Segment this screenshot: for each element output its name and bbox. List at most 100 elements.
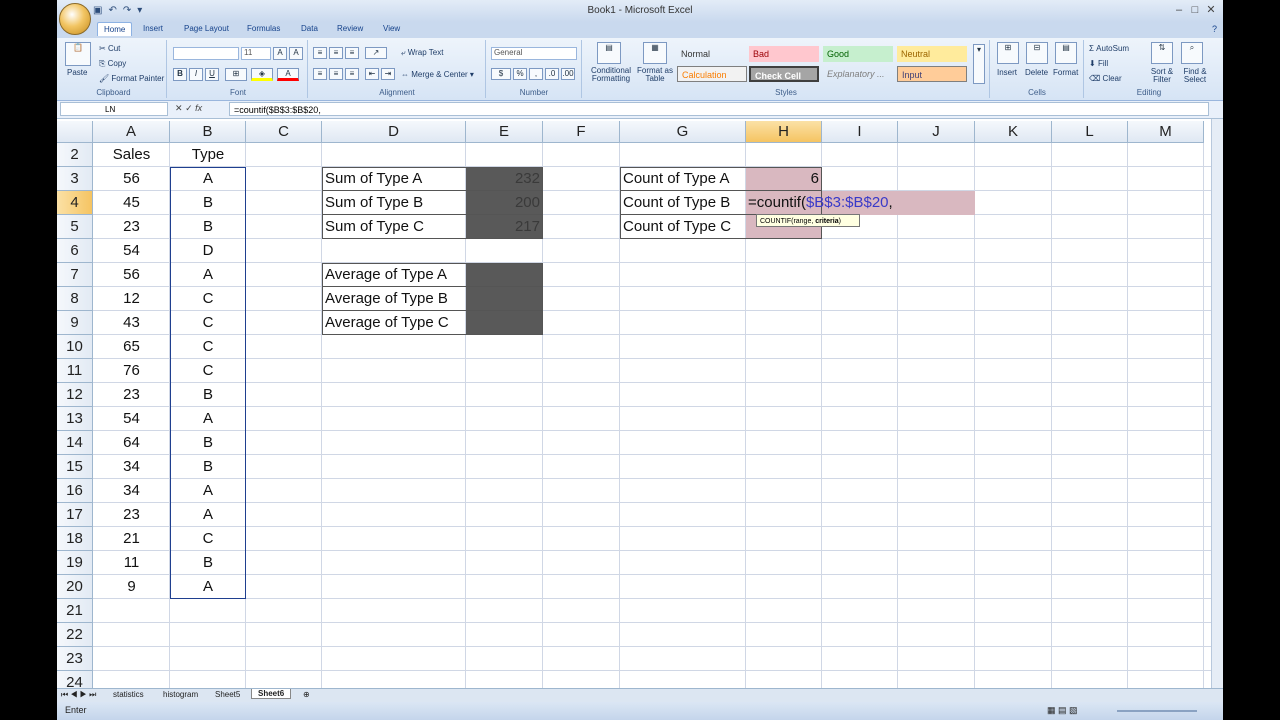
column-header-k[interactable]: K (975, 121, 1052, 143)
font-size-input[interactable]: 11 (241, 47, 271, 60)
align-bottom-icon[interactable]: ≡ (345, 47, 359, 59)
clear-button[interactable]: ⌫ Clear (1089, 74, 1122, 83)
sales-value[interactable]: 21 (93, 527, 170, 551)
style-good[interactable]: Good (823, 46, 893, 62)
row-header-21[interactable]: 21 (57, 599, 93, 623)
tab-data[interactable]: Data (301, 24, 318, 33)
row-header-23[interactable]: 23 (57, 647, 93, 671)
type-value[interactable]: C (170, 335, 246, 359)
sheet-nav-icon[interactable]: ⏮ ◀ ▶ ⏭ (61, 690, 96, 700)
column-header-h[interactable]: H (746, 121, 822, 143)
count-label[interactable]: Count of Type C (620, 215, 746, 239)
row-header-11[interactable]: 11 (57, 359, 93, 383)
tab-review[interactable]: Review (337, 24, 363, 33)
row-header-7[interactable]: 7 (57, 263, 93, 287)
sum-value[interactable]: 200 (466, 191, 543, 215)
borders-icon[interactable]: ⊞ (225, 68, 247, 81)
sales-value[interactable]: 23 (93, 503, 170, 527)
sheet-tab-sheet5[interactable]: Sheet5 (209, 690, 246, 699)
type-value[interactable]: B (170, 215, 246, 239)
sum-label[interactable]: Sum of Type C (322, 215, 466, 239)
vertical-scrollbar[interactable] (1211, 119, 1223, 689)
type-value[interactable]: B (170, 191, 246, 215)
conditional-formatting-icon[interactable]: ▤ (597, 42, 621, 64)
type-value[interactable]: A (170, 575, 246, 599)
sheet-tab-statistics[interactable]: statistics (107, 690, 150, 699)
insert-sheet-icon[interactable]: ⊕ (297, 690, 316, 699)
row-header-13[interactable]: 13 (57, 407, 93, 431)
percent-button[interactable]: % (513, 68, 527, 80)
row-header-19[interactable]: 19 (57, 551, 93, 575)
row-header-8[interactable]: 8 (57, 287, 93, 311)
align-left-icon[interactable]: ≡ (313, 68, 327, 80)
undo-icon[interactable]: ↶ (108, 5, 116, 16)
sheet-tab-sheet6[interactable]: Sheet6 (251, 689, 292, 699)
column-header-a[interactable]: A (93, 121, 170, 143)
font-name-input[interactable] (173, 47, 239, 60)
fill-button[interactable]: ⬇ Fill (1089, 59, 1108, 68)
column-header-d[interactable]: D (322, 121, 466, 143)
view-buttons-icon[interactable]: ▦ ▤ ▧ (1047, 705, 1078, 716)
row-header-6[interactable]: 6 (57, 239, 93, 263)
type-value[interactable]: B (170, 551, 246, 575)
type-value[interactable]: C (170, 527, 246, 551)
align-top-icon[interactable]: ≡ (313, 47, 327, 59)
fx-icon[interactable]: fx (195, 103, 202, 113)
sum-label[interactable]: Sum of Type A (322, 167, 466, 191)
row-header-20[interactable]: 20 (57, 575, 93, 599)
row-header-14[interactable]: 14 (57, 431, 93, 455)
sales-value[interactable]: 56 (93, 263, 170, 287)
sales-value[interactable]: 54 (93, 407, 170, 431)
column-header-b[interactable]: B (170, 121, 246, 143)
increase-indent-icon[interactable]: ⇥ (381, 68, 395, 80)
select-all-corner[interactable] (57, 121, 93, 143)
merge-center-button[interactable]: ⇔ Merge & Center ▾ (401, 70, 474, 79)
row-header-10[interactable]: 10 (57, 335, 93, 359)
average-label[interactable]: Average of Type B (322, 287, 466, 311)
type-value[interactable]: A (170, 263, 246, 287)
decrease-decimal-icon[interactable]: .00 (561, 68, 575, 80)
count-label[interactable]: Count of Type A (620, 167, 746, 191)
type-value[interactable]: D (170, 239, 246, 263)
minimize-icon[interactable]: – (1171, 4, 1187, 16)
style-input[interactable]: Input (897, 66, 967, 82)
wrap-text-button[interactable]: ⤶ Wrap Text (401, 48, 443, 58)
row-header-17[interactable]: 17 (57, 503, 93, 527)
type-value[interactable]: B (170, 383, 246, 407)
redo-icon[interactable]: ↷ (123, 5, 131, 16)
type-value[interactable]: A (170, 167, 246, 191)
format-table-icon[interactable]: ▦ (643, 42, 667, 64)
underline-button[interactable]: U (205, 68, 219, 81)
tab-home[interactable]: Home (97, 22, 133, 36)
sales-value[interactable]: 56 (93, 167, 170, 191)
type-value[interactable]: A (170, 479, 246, 503)
column-header-c[interactable]: C (246, 121, 322, 143)
type-value[interactable]: C (170, 359, 246, 383)
decrease-indent-icon[interactable]: ⇤ (365, 68, 379, 80)
format-as-table-button[interactable]: Format as Table (635, 67, 675, 83)
maximize-icon[interactable]: □ (1187, 4, 1203, 16)
sales-value[interactable]: 11 (93, 551, 170, 575)
row-header-18[interactable]: 18 (57, 527, 93, 551)
name-box[interactable]: LN (60, 102, 168, 116)
row-header-16[interactable]: 16 (57, 479, 93, 503)
type-value[interactable]: C (170, 311, 246, 335)
font-color-icon[interactable]: A (277, 68, 299, 81)
sales-value[interactable]: 43 (93, 311, 170, 335)
styles-scroll-icon[interactable]: ▾ (973, 44, 985, 84)
sum-value[interactable]: 217 (466, 215, 543, 239)
cancel-icon[interactable]: ✕ (175, 103, 183, 113)
paste-button[interactable]: Paste (67, 68, 87, 77)
style-explanatory[interactable]: Explanatory ... (823, 66, 893, 82)
autosum-button[interactable]: Σ AutoSum (1089, 44, 1129, 53)
row-header-2[interactable]: 2 (57, 143, 93, 167)
insert-button[interactable]: Insert (997, 68, 1017, 77)
count-label[interactable]: Count of Type B (620, 191, 746, 215)
row-header-5[interactable]: 5 (57, 215, 93, 239)
qat-dropdown-icon[interactable]: ▾ (137, 5, 142, 16)
tab-view[interactable]: View (383, 24, 400, 33)
paste-icon[interactable]: 📋 (65, 42, 91, 66)
type-value[interactable]: A (170, 503, 246, 527)
formula-input[interactable]: =countif($B$3:$B$20, (229, 102, 1209, 116)
grow-font-icon[interactable]: A (273, 47, 287, 60)
